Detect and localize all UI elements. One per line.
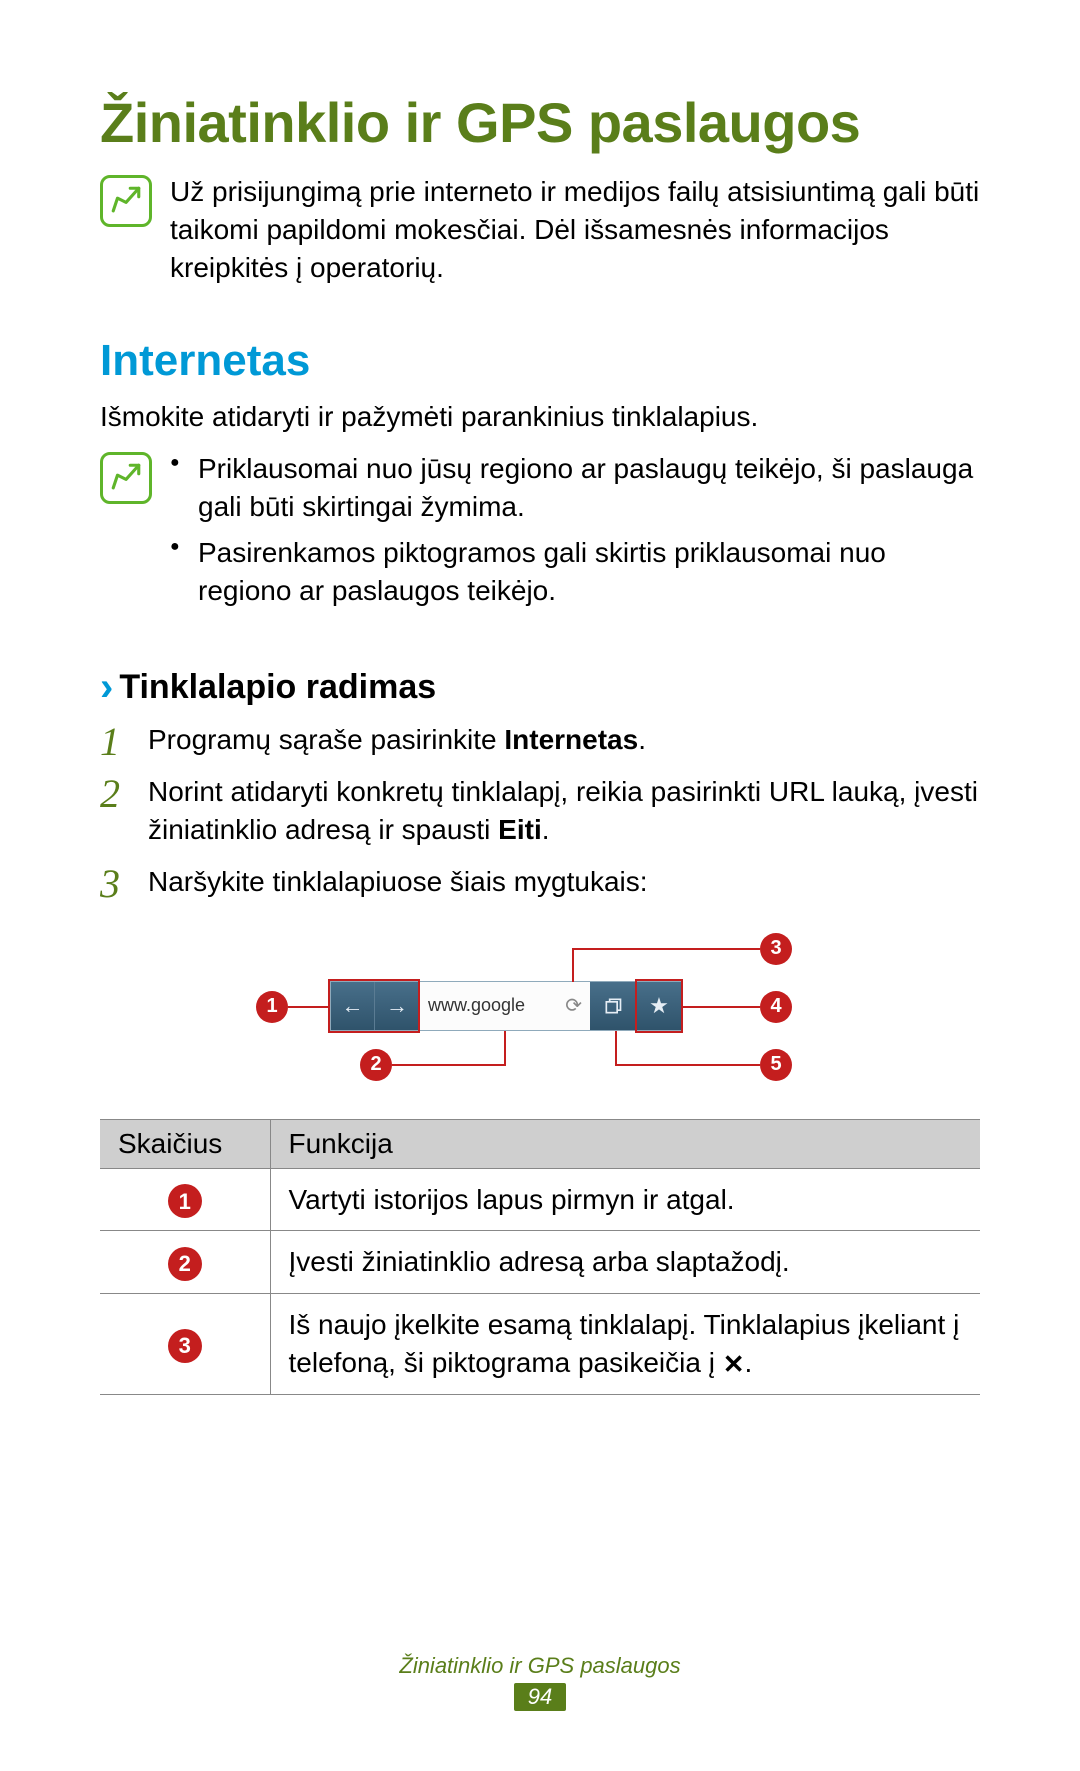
- callout-line: [615, 1064, 760, 1066]
- step-number: 2: [100, 767, 120, 821]
- callout-num: 1: [266, 995, 277, 1018]
- func-text-after: .: [745, 1347, 753, 1378]
- footer-section-name: Žiniatinklio ir GPS paslaugos: [0, 1653, 1080, 1679]
- step-text-after: .: [542, 814, 550, 845]
- step-bold: Eiti: [498, 814, 542, 845]
- row-marker-icon: 2: [168, 1247, 202, 1281]
- callout-line: [572, 948, 574, 982]
- section-intro: Išmokite atidaryti ir pažymėti parankini…: [100, 398, 980, 436]
- page-title: Žiniatinklio ir GPS paslaugos: [100, 90, 980, 155]
- callout-marker: 1: [256, 991, 288, 1023]
- callout-line: [683, 1006, 760, 1008]
- info-note-top: Už prisijungimą prie interneto ir medijo…: [100, 173, 980, 286]
- note-icon: [100, 452, 152, 504]
- windows-button[interactable]: [590, 982, 636, 1030]
- table-row: 3 Iš naujo įkelkite esamą tinklalapį. Ti…: [100, 1294, 980, 1395]
- row-marker-icon: 3: [168, 1329, 202, 1363]
- functions-table: Skaičius Funkcija 1 Vartyti istorijos la…: [100, 1119, 980, 1396]
- page-footer: Žiniatinklio ir GPS paslaugos 94: [0, 1653, 1080, 1711]
- func-text: Iš naujo įkelkite esamą tinklalapį. Tink…: [289, 1309, 960, 1378]
- url-bar[interactable]: www.google ⟳: [420, 982, 590, 1030]
- row-marker-icon: 1: [168, 1184, 202, 1218]
- browser-toolbar: ← → www.google ⟳ ★: [330, 981, 683, 1031]
- callout-line: [288, 1006, 328, 1008]
- table-row: 1 Vartyti istorijos lapus pirmyn ir atga…: [100, 1168, 980, 1231]
- section-heading: Internetas: [100, 336, 980, 386]
- callout-num: 5: [770, 1053, 781, 1076]
- callout-line: [615, 1031, 617, 1066]
- refresh-icon[interactable]: ⟳: [565, 993, 582, 1018]
- callout-line: [572, 948, 760, 950]
- callout-marker: 4: [760, 991, 792, 1023]
- bookmark-button[interactable]: ★: [636, 982, 682, 1030]
- step-text: Programų sąraše pasirinkite: [148, 724, 504, 755]
- bullet-item: Priklausomai nuo jūsų regiono ar paslaug…: [170, 450, 980, 526]
- callout-line: [392, 1064, 506, 1066]
- back-button[interactable]: ←: [331, 982, 375, 1030]
- table-cell-num: 3: [100, 1294, 270, 1395]
- callout-num: 2: [370, 1053, 381, 1076]
- close-icon: ✕: [723, 1347, 745, 1382]
- step-number: 3: [100, 857, 120, 911]
- page-number: 94: [514, 1683, 566, 1711]
- note-icon: [100, 175, 152, 227]
- table-cell-func: Iš naujo įkelkite esamą tinklalapį. Tink…: [270, 1294, 980, 1395]
- subsection-header: › Tinklalapio radimas: [100, 667, 980, 707]
- callout-line: [504, 1031, 506, 1066]
- callout-marker: 2: [360, 1049, 392, 1081]
- table-cell-num: 2: [100, 1231, 270, 1294]
- step-text-after: .: [638, 724, 646, 755]
- right-buttons-group: ★: [590, 982, 682, 1030]
- callout-num: 3: [770, 937, 781, 960]
- step-bold: Internetas: [504, 724, 638, 755]
- chevron-right-icon: ›: [100, 667, 113, 707]
- step-item: 3 Naršykite tinklalapiuose šiais mygtuka…: [100, 863, 980, 901]
- table-header: Skaičius: [100, 1119, 270, 1168]
- browser-toolbar-figure: ← → www.google ⟳ ★ 1 2 3: [240, 931, 840, 1091]
- callout-marker: 5: [760, 1049, 792, 1081]
- table-row: 2 Įvesti žiniatinklio adresą arba slapta…: [100, 1231, 980, 1294]
- nav-buttons-group: ← →: [331, 982, 420, 1030]
- note-bullet-list: Priklausomai nuo jūsų regiono ar paslaug…: [170, 450, 980, 617]
- table-header: Funkcija: [270, 1119, 980, 1168]
- step-text: Norint atidaryti konkretų tinklalapį, re…: [148, 776, 978, 845]
- table-header-row: Skaičius Funkcija: [100, 1119, 980, 1168]
- page-content: Žiniatinklio ir GPS paslaugos Už prisiju…: [0, 0, 1080, 1395]
- table-cell-func: Vartyti istorijos lapus pirmyn ir atgal.: [270, 1168, 980, 1231]
- forward-button[interactable]: →: [375, 982, 419, 1030]
- info-note-bullets: Priklausomai nuo jūsų regiono ar paslaug…: [100, 450, 980, 617]
- callout-num: 4: [770, 995, 781, 1018]
- step-item: 2 Norint atidaryti konkretų tinklalapį, …: [100, 773, 980, 849]
- subsection-heading: Tinklalapio radimas: [119, 668, 436, 707]
- table-cell-func: Įvesti žiniatinklio adresą arba slaptažo…: [270, 1231, 980, 1294]
- note-text: Už prisijungimą prie interneto ir medijo…: [170, 173, 980, 286]
- step-number: 1: [100, 715, 120, 769]
- step-text: Naršykite tinklalapiuose šiais mygtukais…: [148, 866, 648, 897]
- table-cell-num: 1: [100, 1168, 270, 1231]
- callout-marker: 3: [760, 933, 792, 965]
- step-item: 1 Programų sąraše pasirinkite Internetas…: [100, 721, 980, 759]
- url-text: www.google: [428, 995, 525, 1016]
- bullet-item: Pasirenkamos piktogramos gali skirtis pr…: [170, 534, 980, 610]
- steps-list: 1 Programų sąraše pasirinkite Internetas…: [100, 721, 980, 900]
